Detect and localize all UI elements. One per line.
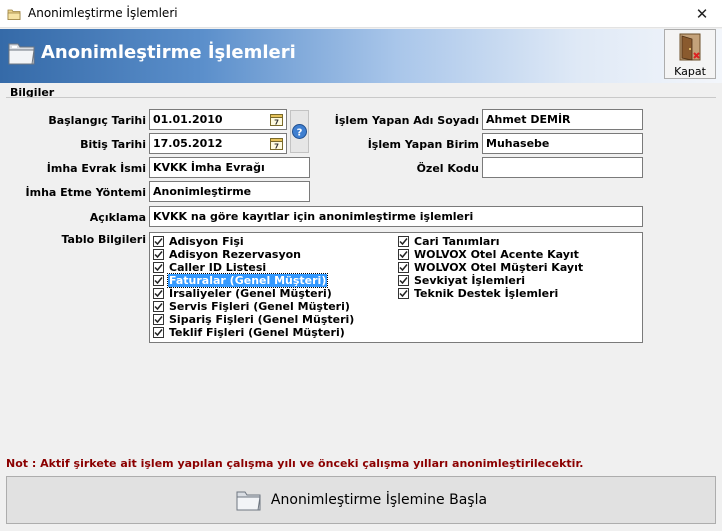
end-date-value: 17.05.2012 (153, 137, 223, 150)
svg-text:?: ? (297, 128, 303, 139)
description-label: Açıklama (89, 211, 146, 224)
special-code-field[interactable] (482, 157, 643, 178)
checkbox[interactable] (398, 288, 409, 299)
table-item-label: Sipariş Fişleri (Genel Müşteri) (169, 313, 355, 326)
table-item-label: Faturalar (Genel Müşteri) (166, 273, 329, 288)
user-label: İşlem Yapan Adı Soyadı (334, 114, 479, 127)
checkbox[interactable] (153, 314, 164, 325)
calendar-icon[interactable]: 7 (270, 113, 283, 126)
door-exit-icon (679, 33, 701, 61)
help-button[interactable]: ? (290, 110, 309, 153)
table-item-label: Servis Fişleri (Genel Müşteri) (169, 300, 350, 313)
start-date-value: 01.01.2010 (153, 113, 223, 126)
folder-icon (7, 9, 21, 20)
table-checkbox-item[interactable]: Sevkiyat İşlemleri (398, 274, 526, 287)
unit-value: Muhasebe (486, 137, 550, 150)
svg-text:7: 7 (274, 143, 279, 151)
checkbox[interactable] (153, 249, 164, 260)
user-value: Ahmet DEMİR (486, 113, 571, 126)
checkbox[interactable] (153, 275, 164, 286)
table-item-label: WOLVOX Otel Acente Kayıt (414, 248, 579, 261)
description-value: KVKK na göre kayıtlar için anonimleştirm… (153, 210, 474, 223)
method-label: İmha Etme Yöntemi (25, 186, 146, 199)
title-bar: Anonimleştirme İşlemleri ✕ (0, 0, 722, 28)
checkbox[interactable] (153, 327, 164, 338)
table-item-label: İrsaliyeler (Genel Müşteri) (169, 287, 332, 300)
checkbox[interactable] (398, 275, 409, 286)
folder-icon (236, 491, 261, 511)
doc-name-value: KVKK İmha Evrağı (153, 161, 265, 174)
info-note: Not : Aktif şirkete ait işlem yapılan ça… (6, 457, 584, 470)
start-date-label: Başlangıç Tarihi (48, 114, 146, 127)
page-title: Anonimleştirme İşlemleri (41, 42, 296, 63)
table-item-label: Adisyon Rezervasyon (169, 248, 302, 261)
table-item-label: Adisyon Fişi (169, 235, 244, 248)
svg-text:7: 7 (274, 119, 279, 127)
description-field[interactable]: KVKK na göre kayıtlar için anonimleştirm… (149, 206, 643, 227)
start-anonymization-button[interactable]: Anonimleştirme İşlemine Başla (6, 476, 716, 524)
table-checkbox-item[interactable]: Adisyon Fişi (153, 235, 245, 248)
method-value: Anonimleştirme (153, 185, 252, 198)
table-item-label: Sevkiyat İşlemleri (414, 274, 526, 287)
tables-label: Tablo Bilgileri (61, 233, 146, 246)
table-checkbox-item[interactable]: Adisyon Rezervasyon (153, 248, 302, 261)
table-item-label: Caller ID Listesi (169, 261, 267, 274)
group-divider (6, 97, 716, 98)
start-button-label: Anonimleştirme İşlemine Başla (270, 492, 488, 508)
special-code-label: Özel Kodu (416, 162, 479, 175)
checkbox[interactable] (398, 262, 409, 273)
folder-icon (8, 43, 35, 65)
unit-field[interactable]: Muhasebe (482, 133, 643, 154)
close-button-label: Kapat (674, 65, 706, 78)
help-icon: ? (292, 124, 307, 139)
close-icon: ✕ (695, 5, 709, 23)
checkbox[interactable] (153, 301, 164, 312)
table-checkbox-item[interactable]: WOLVOX Otel Müşteri Kayıt (398, 261, 584, 274)
table-checkbox-item[interactable]: Teklif Fişleri (Genel Müşteri) (153, 326, 346, 339)
window-title: Anonimleştirme İşlemleri (28, 6, 178, 20)
table-item-label: Teknik Destek İşlemleri (414, 287, 559, 300)
user-field[interactable]: Ahmet DEMİR (482, 109, 643, 130)
method-field[interactable]: Anonimleştirme (149, 181, 310, 202)
table-checkbox-item[interactable]: Faturalar (Genel Müşteri) (153, 273, 329, 288)
header-banner: Anonimleştirme İşlemleri (0, 29, 722, 83)
table-checkbox-item[interactable]: Sipariş Fişleri (Genel Müşteri) (153, 313, 355, 326)
calendar-icon[interactable]: 7 (270, 137, 283, 150)
start-date-field[interactable]: 01.01.2010 7 (149, 109, 287, 130)
tables-checklist[interactable]: Adisyon Fişi Adisyon Rezervasyon Caller ID… (149, 232, 643, 343)
table-checkbox-item[interactable]: Caller ID Listesi (153, 261, 267, 274)
doc-name-label: İmha Evrak İsmi (46, 162, 146, 175)
window-close-button[interactable]: ✕ (682, 0, 722, 28)
checkbox[interactable] (398, 249, 409, 260)
table-checkbox-item[interactable]: İrsaliyeler (Genel Müşteri) (153, 287, 333, 300)
checkbox[interactable] (153, 262, 164, 273)
unit-label: İşlem Yapan Birim (367, 138, 479, 151)
doc-name-field[interactable]: KVKK İmha Evrağı (149, 157, 310, 178)
table-checkbox-item[interactable]: WOLVOX Otel Acente Kayıt (398, 248, 580, 261)
table-checkbox-item[interactable]: Servis Fişleri (Genel Müşteri) (153, 300, 351, 313)
table-checkbox-item[interactable]: Cari Tanımları (398, 235, 500, 248)
table-item-label: WOLVOX Otel Müşteri Kayıt (414, 261, 584, 274)
end-date-label: Bitiş Tarihi (80, 138, 146, 151)
checkbox[interactable] (153, 236, 164, 247)
table-item-label: Cari Tanımları (414, 235, 500, 248)
checkbox[interactable] (398, 236, 409, 247)
table-item-label: Teklif Fişleri (Genel Müşteri) (169, 326, 345, 339)
checkbox[interactable] (153, 288, 164, 299)
table-checkbox-item[interactable]: Teknik Destek İşlemleri (398, 287, 559, 300)
end-date-field[interactable]: 17.05.2012 7 (149, 133, 287, 154)
close-button[interactable]: Kapat (664, 29, 716, 79)
